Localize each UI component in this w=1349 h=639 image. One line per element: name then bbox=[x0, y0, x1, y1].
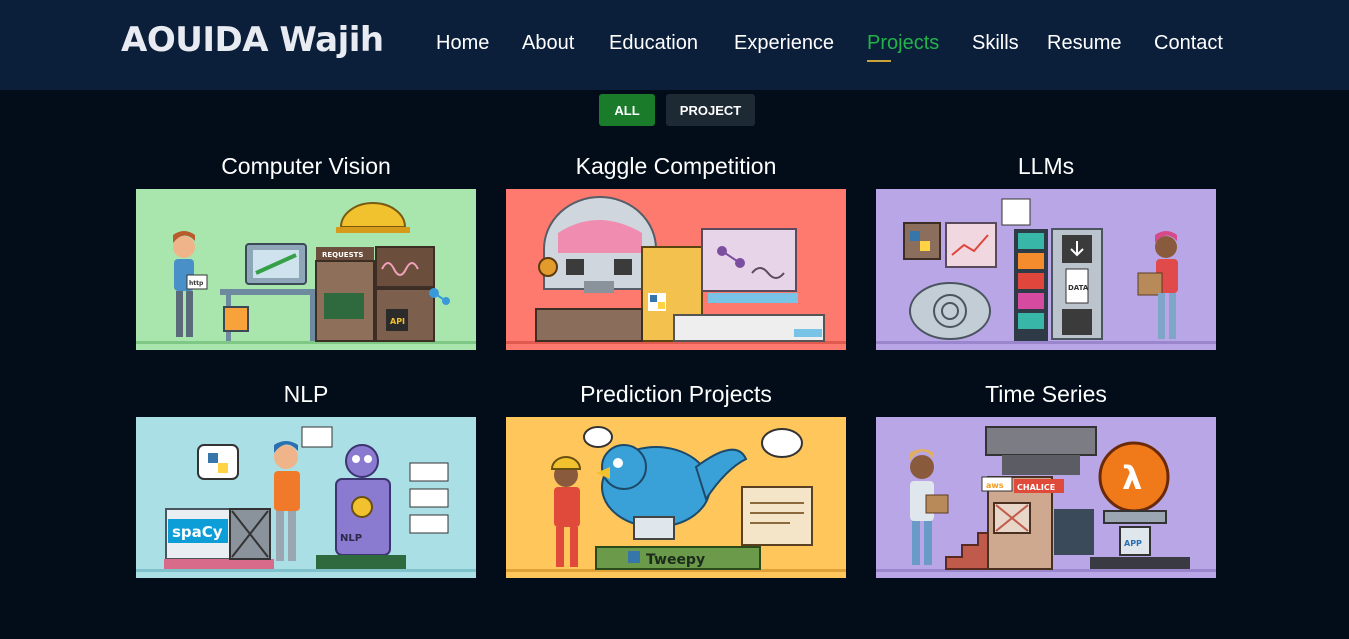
nav-about[interactable]: About bbox=[522, 32, 574, 55]
svg-text:Tweepy: Tweepy bbox=[646, 552, 705, 568]
nav-education[interactable]: Education bbox=[609, 32, 698, 55]
project-title: LLMs bbox=[1017, 153, 1075, 179]
svg-text:REQUESTS: REQUESTS bbox=[322, 251, 363, 259]
svg-text:CHALICE: CHALICE bbox=[1017, 483, 1055, 492]
filter-all-button[interactable]: ALL bbox=[599, 94, 655, 126]
filter-project-button[interactable]: PROJECT bbox=[666, 94, 755, 126]
nav-home[interactable]: Home bbox=[436, 32, 489, 55]
nav-resume[interactable]: Resume bbox=[1047, 32, 1121, 55]
project-illustration: DATA bbox=[876, 189, 1216, 350]
active-nav-underline bbox=[867, 60, 891, 62]
svg-text:aws: aws bbox=[986, 481, 1004, 490]
svg-text:http: http bbox=[189, 280, 204, 287]
svg-text:NLP: NLP bbox=[340, 533, 362, 544]
project-title: NLP bbox=[283, 381, 329, 407]
project-title: Time Series bbox=[985, 381, 1107, 407]
svg-text:API: API bbox=[390, 317, 405, 326]
nav-experience[interactable]: Experience bbox=[734, 32, 834, 55]
project-illustration: aws CHALICE λ APP bbox=[876, 417, 1216, 578]
nav-contact[interactable]: Contact bbox=[1154, 32, 1223, 55]
project-illustration: http REQUESTS API bbox=[136, 189, 476, 350]
svg-text:λ: λ bbox=[1122, 459, 1142, 497]
project-illustration bbox=[506, 189, 846, 350]
project-title: Kaggle Competition bbox=[575, 153, 777, 179]
svg-text:DATA: DATA bbox=[1068, 284, 1089, 292]
site-logo[interactable]: AOUIDA Wajih bbox=[121, 20, 384, 60]
project-illustration: spaCy NLP bbox=[136, 417, 476, 578]
nav-skills[interactable]: Skills bbox=[972, 32, 1019, 55]
svg-text:APP: APP bbox=[1124, 539, 1142, 548]
svg-text:spaCy: spaCy bbox=[172, 523, 223, 541]
nav-projects[interactable]: Projects bbox=[867, 32, 939, 55]
project-title: Prediction Projects bbox=[580, 381, 772, 407]
project-illustration: Tweepy bbox=[506, 417, 846, 578]
site-header: AOUIDA Wajih Home About Education Experi… bbox=[0, 0, 1349, 90]
project-title: Computer Vision bbox=[221, 153, 391, 179]
